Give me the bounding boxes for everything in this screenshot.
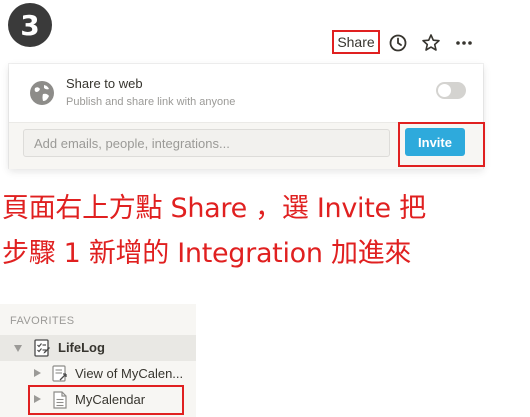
instruction-line-2: 步驟 1 新增的 Integration 加進來	[2, 238, 412, 269]
invite-button[interactable]: Invite	[405, 128, 465, 156]
step-number-badge: 3	[8, 3, 52, 47]
toggle-knob	[438, 84, 451, 97]
history-icon[interactable]	[388, 33, 408, 53]
sidebar-item-label: LifeLog	[58, 340, 105, 355]
sidebar-item-view-of-mycalendar[interactable]: View of MyCalen...	[0, 361, 196, 387]
sidebar-item-label: View of MyCalen...	[75, 366, 184, 381]
expand-arrow-icon[interactable]	[14, 345, 22, 352]
mycalendar-highlight-frame	[28, 385, 184, 415]
globe-icon	[30, 81, 54, 105]
instruction-line-1: 頁面右上方點 Share ，選 Invite 把	[2, 193, 426, 224]
share-to-web-title: Share to web	[66, 76, 143, 91]
share-to-web-subtitle: Publish and share link with anyone	[66, 96, 236, 108]
favorites-header: FAVORITES	[10, 315, 75, 327]
sidebar-item-lifelog[interactable]: LifeLog	[0, 335, 196, 361]
checklist-page-icon	[34, 339, 50, 357]
expand-arrow-icon[interactable]	[34, 369, 41, 377]
share-button[interactable]: Share	[332, 30, 380, 54]
more-icon[interactable]	[454, 33, 474, 53]
share-to-web-toggle[interactable]	[436, 82, 466, 99]
invite-input[interactable]	[23, 129, 390, 157]
star-icon[interactable]	[421, 33, 441, 53]
linked-view-page-icon	[52, 365, 67, 382]
